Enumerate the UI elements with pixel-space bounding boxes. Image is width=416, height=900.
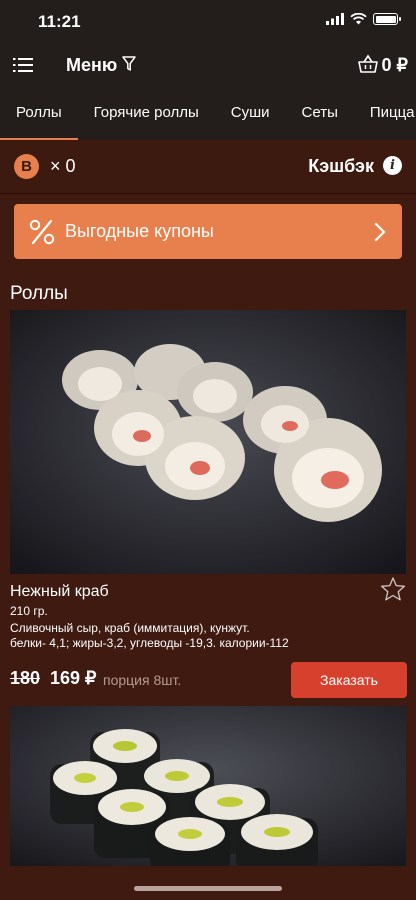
status-bar: 11:21 [0,0,416,44]
product-nutrition: белки- 4,1; жиры-3,2, углеводы -19,3. ка… [10,636,289,650]
tab-hot-rolls[interactable]: Горячие роллы [78,88,215,140]
cashback-count: × 0 [50,156,76,176]
chevron-right-icon [374,222,386,242]
tab-sushi[interactable]: Суши [215,88,286,140]
percent-icon [29,219,55,245]
tab-pizza[interactable]: Пицца [354,88,416,140]
cashback-bar[interactable]: B × 0 Кэшбэк i [0,140,416,194]
header: 11:21 Меню 0 ₽ Роллы Горячие роллы Суши … [0,0,416,140]
order-button[interactable]: Заказать [291,662,407,698]
navbar: Меню 0 ₽ [0,44,416,88]
category-tabs: Роллы Горячие роллы Суши Сеты Пицца [0,88,416,140]
product-weight: 210 гр. [10,604,48,618]
old-price: 180 [10,668,41,688]
product-photo[interactable] [10,706,406,866]
cart-basket-icon[interactable] [358,54,378,74]
home-indicator [134,886,282,891]
status-icons [326,13,401,25]
product-photo[interactable] [10,310,406,574]
tab-rolls[interactable]: Роллы [0,88,78,140]
cart-total[interactable]: 0 ₽ [382,55,408,76]
coupons-label: Выгодные купоны [65,221,214,241]
menu-list-icon[interactable] [13,56,33,74]
section-title: Роллы [10,283,68,304]
info-icon[interactable]: i [383,156,402,175]
wifi-icon [350,13,367,25]
product-name: Нежный краб [10,583,109,600]
cashback-coin-icon: B [14,154,39,179]
product-description: Сливочный сыр, краб (иммитация), кунжут.… [10,621,390,651]
favorite-star-icon[interactable] [380,576,406,602]
product-ingredients: Сливочный сыр, краб (иммитация), кунжут. [10,621,250,635]
cashback-label: Кэшбэк [308,156,374,176]
page-title: Меню [66,55,118,75]
signal-icon [326,13,344,25]
portion-size: порция 8шт. [103,672,182,688]
coupons-button[interactable]: Выгодные купоны [14,204,402,259]
status-time: 11:21 [38,12,81,31]
filter-icon[interactable] [122,56,136,72]
tab-sets[interactable]: Сеты [286,88,354,140]
new-price: 169 ₽ [50,668,97,688]
battery-icon [373,13,401,25]
